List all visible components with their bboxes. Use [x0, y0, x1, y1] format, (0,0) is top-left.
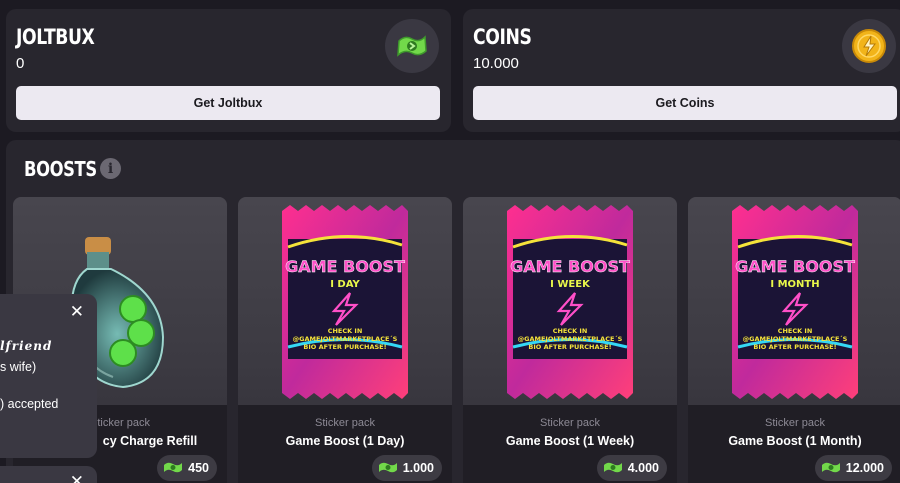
toast-text: s wife) — [0, 360, 37, 374]
joltbux-title: JOLTBUX — [16, 25, 95, 49]
svg-text:BIO AFTER PURCHASE!: BIO AFTER PURCHASE! — [528, 343, 611, 351]
pack-subtitle: I DAY — [330, 279, 360, 290]
card-name: Game Boost (1 Day) — [285, 434, 405, 448]
joltbux-icon — [385, 19, 439, 73]
boosts-title: BOOSTS — [24, 157, 97, 181]
boost-card-1-day[interactable]: GAME BOOST I DAY CHECK IN @GAMEJOLTMARKE… — [238, 197, 452, 483]
price-badge: 1.000 — [371, 455, 442, 481]
svg-text:CHECK IN: CHECK IN — [328, 327, 363, 335]
notification-toast: ✕ lfriend s wife) ) accepted — [0, 294, 97, 458]
svg-text:BIO AFTER PURCHASE!: BIO AFTER PURCHASE! — [303, 343, 386, 351]
joltbux-balance: 0 — [16, 55, 25, 72]
toast-title: lfriend — [0, 339, 53, 353]
toast-status: ) accepted — [0, 397, 59, 411]
close-icon[interactable]: ✕ — [70, 302, 84, 322]
sticker-pack-image: GAME BOOST I DAY CHECK IN @GAMEJOLTMARKE… — [238, 197, 452, 407]
get-joltbux-button[interactable]: Get Joltbux — [16, 86, 440, 120]
joltbux-icon — [378, 460, 398, 477]
close-icon[interactable]: ✕ — [70, 472, 84, 483]
boost-card-1-week[interactable]: GAME BOOST I WEEK CHECK IN @GAMEJOLTMARK… — [463, 197, 677, 483]
card-name: Game Boost (1 Month) — [728, 434, 862, 448]
joltbux-wallet-panel: JOLTBUX 0 Get Joltbux — [6, 9, 451, 132]
sticker-pack-image: GAME BOOST I WEEK CHECK IN @GAMEJOLTMARK… — [463, 197, 677, 407]
coins-wallet-panel: COINS 10.000 Get Coins — [463, 9, 900, 132]
price-value: 4.000 — [627, 461, 659, 475]
notification-toast: ✕ — [0, 466, 97, 483]
joltbux-icon — [603, 460, 623, 477]
info-icon[interactable]: i — [100, 158, 121, 179]
coins-balance: 10.000 — [473, 55, 519, 72]
svg-text:CHECK IN: CHECK IN — [553, 327, 588, 335]
card-type: Sticker pack — [540, 417, 600, 429]
price-badge: 4.000 — [596, 455, 667, 481]
price-value: 450 — [188, 461, 209, 475]
svg-text:@GAMEJOLTMARKETPLACE´S: @GAMEJOLTMARKETPLACE´S — [293, 335, 398, 343]
svg-text:I MONTH: I MONTH — [770, 279, 819, 290]
joltbux-icon — [821, 460, 841, 477]
price-value: 12.000 — [845, 461, 884, 475]
svg-text:@GAMEJOLTMARKETPLACE´S: @GAMEJOLTMARKETPLACE´S — [518, 335, 623, 343]
pack-title: GAME BOOST — [285, 257, 405, 276]
boost-card-1-month[interactable]: GAME BOOST I MONTH CHECK IN @GAMEJOLTMAR… — [688, 197, 900, 483]
svg-text:GAME BOOST: GAME BOOST — [510, 257, 630, 276]
card-name: Game Boost (1 Week) — [505, 434, 635, 448]
coin-icon — [842, 19, 896, 73]
card-type: Sticker pack — [765, 417, 825, 429]
price-badge: 450 — [157, 455, 217, 481]
card-type: Sticker pack — [315, 417, 375, 429]
svg-text:BIO AFTER PURCHASE!: BIO AFTER PURCHASE! — [753, 343, 836, 351]
get-coins-button[interactable]: Get Coins — [473, 86, 897, 120]
coins-title: COINS — [473, 25, 532, 49]
sticker-pack-image: GAME BOOST I MONTH CHECK IN @GAMEJOLTMAR… — [688, 197, 900, 407]
svg-text:GAME BOOST: GAME BOOST — [735, 257, 855, 276]
price-value: 1.000 — [402, 461, 434, 475]
svg-text:CHECK IN: CHECK IN — [778, 327, 813, 335]
joltbux-icon — [163, 460, 183, 477]
price-badge: 12.000 — [814, 455, 892, 481]
svg-text:I WEEK: I WEEK — [550, 279, 591, 290]
svg-text:@GAMEJOLTMARKETPLACE´S: @GAMEJOLTMARKETPLACE´S — [743, 335, 848, 343]
